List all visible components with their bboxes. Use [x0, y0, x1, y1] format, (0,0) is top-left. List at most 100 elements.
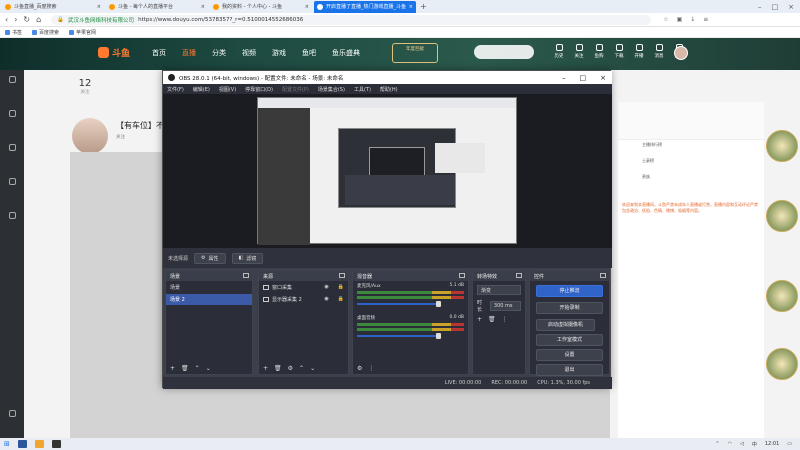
back-icon[interactable]: ‹	[5, 15, 8, 24]
start-recording-button[interactable]: 开始录制	[536, 302, 603, 314]
nav-home[interactable]: 首页	[152, 48, 166, 58]
menu-icon[interactable]: ≡	[703, 16, 708, 23]
follow-button[interactable]: 关注	[572, 44, 586, 59]
filters-button[interactable]: ◧ 滤镜	[231, 252, 264, 264]
popout-icon[interactable]	[600, 273, 606, 278]
exit-button[interactable]: 退出	[536, 364, 603, 376]
browser-tab-3[interactable]: 我的资料 - 个人中心 - 斗鱼 ×	[210, 1, 312, 13]
history-button[interactable]: 历史	[552, 44, 566, 59]
shop-button[interactable]: 鱼购	[592, 44, 606, 59]
menu-profile[interactable]: 配置文件(P)	[282, 86, 309, 93]
user-avatar[interactable]	[674, 46, 688, 60]
advanced-audio-icon[interactable]: ⚙	[357, 365, 362, 372]
slider-handle[interactable]	[436, 301, 441, 307]
obs-minimize-icon[interactable]: –	[562, 74, 566, 82]
douyu-search-input[interactable]	[474, 45, 534, 59]
lock-icon[interactable]: 🔒	[338, 284, 344, 290]
obs-preview[interactable]	[163, 94, 612, 248]
menu-file[interactable]: 文件(F)	[167, 86, 184, 93]
douyu-logo[interactable]: 斗鱼	[98, 46, 130, 59]
close-tab-icon[interactable]: ×	[97, 4, 101, 10]
transition-select[interactable]: 渐变	[477, 285, 521, 295]
streamer-avatar[interactable]	[72, 118, 108, 154]
bookmark-item[interactable]: 百度搜索	[32, 29, 59, 36]
download-icon[interactable]: ↓	[690, 16, 695, 23]
maximize-icon[interactable]: □	[772, 3, 779, 11]
network-icon[interactable]: ◠	[728, 441, 732, 447]
forward-icon[interactable]: ›	[14, 15, 17, 24]
promo-badge[interactable]: 年度巨献	[392, 43, 438, 63]
bookmark-item[interactable]: 书签	[5, 29, 22, 36]
sidebar-item[interactable]	[2, 110, 22, 119]
popout-icon[interactable]	[516, 273, 522, 278]
extension-icon[interactable]: ▣	[677, 16, 683, 23]
add-icon[interactable]: +	[477, 316, 482, 323]
sidebar-item[interactable]	[2, 212, 22, 221]
source-item[interactable]: 窗口采集 ◉ 🔒	[259, 281, 348, 293]
taskbar-app-icon[interactable]	[34, 440, 44, 448]
more-icon[interactable]: ⋮	[368, 365, 374, 372]
taskbar-app-icon[interactable]	[17, 440, 27, 448]
messages-button[interactable]: 消息	[652, 44, 666, 59]
download-app-button[interactable]: 下载	[612, 44, 626, 59]
menu-docks[interactable]: 停靠窗口(D)	[245, 86, 273, 93]
nav-category[interactable]: 分类	[212, 48, 226, 58]
home-icon[interactable]: ⌂	[36, 15, 41, 24]
event-badge[interactable]	[766, 348, 798, 380]
rank-item[interactable]: 土豪榜	[642, 158, 742, 164]
close-tab-icon[interactable]: ×	[409, 4, 413, 10]
close-window-icon[interactable]: ×	[788, 3, 794, 11]
sidebar-item[interactable]	[2, 76, 22, 85]
nav-video[interactable]: 视频	[242, 48, 256, 58]
sidebar-item[interactable]	[2, 178, 22, 187]
nav-live[interactable]: 直播	[182, 48, 196, 58]
menu-edit[interactable]: 编辑(E)	[193, 86, 210, 93]
tray-chevron-icon[interactable]: ⌃	[715, 441, 719, 447]
rank-item[interactable]: 贵族	[642, 174, 742, 180]
reload-icon[interactable]: ↻	[23, 15, 30, 24]
volume-slider[interactable]	[357, 333, 441, 339]
nav-yuba[interactable]: 鱼吧	[302, 48, 316, 58]
ime-indicator[interactable]: 中	[752, 441, 757, 448]
browser-tab-4-active[interactable]: 开启直播了直播_热门游戏直播_斗鱼 ×	[314, 0, 416, 13]
slider-handle[interactable]	[436, 333, 441, 339]
bookmark-item[interactable]: 苹果官网	[69, 29, 96, 36]
trash-icon[interactable]: 🗑	[274, 365, 282, 372]
star-icon[interactable]: ☆	[663, 16, 668, 23]
virtual-camera-button[interactable]: 启动虚拟摄像机	[536, 319, 595, 331]
up-icon[interactable]: ⌃	[299, 365, 304, 372]
menu-tools[interactable]: 工具(T)	[354, 86, 371, 93]
add-icon[interactable]: +	[170, 365, 175, 372]
trash-icon[interactable]: 🗑	[181, 365, 189, 372]
popout-icon[interactable]	[243, 273, 249, 278]
scene-item[interactable]: 场景	[166, 282, 252, 293]
down-icon[interactable]: ⌄	[310, 365, 315, 372]
obs-close-icon[interactable]: ×	[600, 74, 606, 82]
volume-icon[interactable]: ◁	[740, 441, 744, 447]
volume-slider[interactable]	[357, 301, 441, 307]
popout-icon[interactable]	[339, 273, 345, 278]
sidebar-item[interactable]	[2, 144, 22, 153]
up-icon[interactable]: ⌃	[195, 365, 200, 372]
trash-icon[interactable]: 🗑	[488, 316, 496, 323]
scene-item-selected[interactable]: 场景 2	[166, 294, 252, 305]
room-tag[interactable]: 关注	[116, 134, 125, 140]
close-tab-icon[interactable]: ×	[201, 4, 205, 10]
menu-view[interactable]: 视图(V)	[219, 86, 236, 93]
browser-tab-1[interactable]: 斗鱼直播_百度搜索 ×	[2, 1, 104, 13]
settings-button[interactable]: 设置	[536, 349, 603, 361]
properties-button[interactable]: ⚙ 属性	[194, 252, 226, 264]
menu-scene-collection[interactable]: 场景集合(S)	[318, 86, 345, 93]
start-live-button[interactable]: 开播	[632, 44, 646, 59]
rank-item[interactable]: 主播排行榜	[642, 142, 742, 148]
new-tab-icon[interactable]: +	[420, 2, 427, 11]
studio-mode-button[interactable]: 工作室模式	[536, 334, 603, 346]
minimize-icon[interactable]: –	[758, 3, 762, 11]
down-icon[interactable]: ⌄	[206, 365, 211, 372]
obs-maximize-icon[interactable]: □	[580, 74, 587, 82]
duration-input[interactable]: 300 ms	[489, 301, 521, 311]
more-icon[interactable]: ⋮	[502, 316, 508, 323]
notification-icon[interactable]: ▭	[787, 441, 792, 447]
browser-tab-2[interactable]: 斗鱼 - 每个人的直播平台 ×	[106, 1, 208, 13]
eye-icon[interactable]: ◉	[324, 284, 328, 290]
